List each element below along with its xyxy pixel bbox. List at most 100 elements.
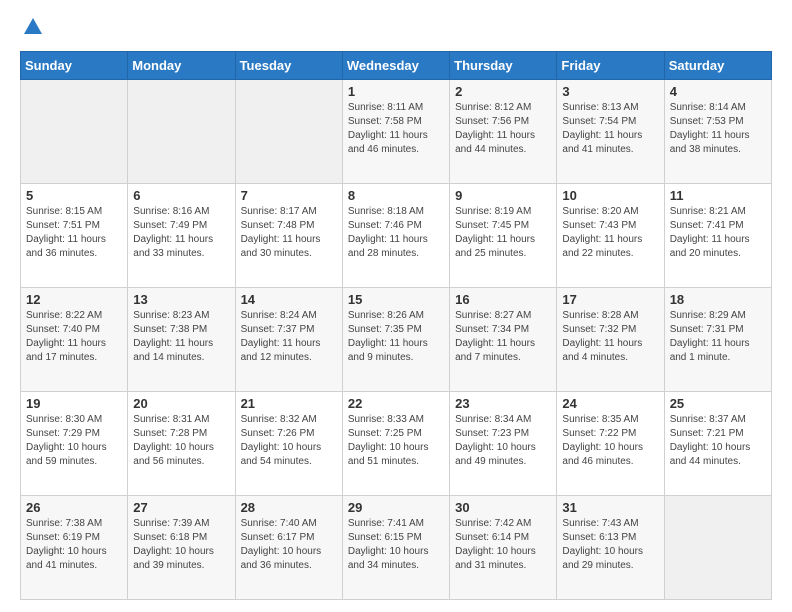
calendar-cell: 4 Sunrise: 8:14 AM Sunset: 7:53 PM Daylig… [664,80,771,184]
day-number: 13 [133,292,229,307]
calendar-cell: 16 Sunrise: 8:27 AM Sunset: 7:34 PM Dayli… [450,288,557,392]
day-info: Sunrise: 8:17 AM Sunset: 7:48 PM Dayligh… [241,205,337,261]
day-header-thursday: Thursday [450,52,557,80]
calendar-cell: 25 Sunrise: 8:37 AM Sunset: 7:21 PM Dayli… [664,392,771,496]
calendar-table: SundayMondayTuesdayWednesdayThursdayFrid… [20,51,772,600]
calendar-cell: 22 Sunrise: 8:33 AM Sunset: 7:25 PM Dayli… [342,392,449,496]
day-info: Sunrise: 7:43 AM Sunset: 6:13 PM Dayligh… [562,517,658,573]
calendar-cell: 26 Sunrise: 7:38 AM Sunset: 6:19 PM Dayli… [21,496,128,600]
day-number: 26 [26,500,122,515]
day-info: Sunrise: 8:32 AM Sunset: 7:26 PM Dayligh… [241,413,337,469]
calendar-cell: 20 Sunrise: 8:31 AM Sunset: 7:28 PM Dayli… [128,392,235,496]
day-number: 22 [348,396,444,411]
day-info: Sunrise: 7:41 AM Sunset: 6:15 PM Dayligh… [348,517,444,573]
day-number: 10 [562,188,658,203]
day-info: Sunrise: 8:37 AM Sunset: 7:21 PM Dayligh… [670,413,766,469]
day-info: Sunrise: 8:20 AM Sunset: 7:43 PM Dayligh… [562,205,658,261]
calendar-cell: 12 Sunrise: 8:22 AM Sunset: 7:40 PM Dayli… [21,288,128,392]
calendar-cell: 18 Sunrise: 8:29 AM Sunset: 7:31 PM Dayli… [664,288,771,392]
day-number: 24 [562,396,658,411]
day-info: Sunrise: 8:31 AM Sunset: 7:28 PM Dayligh… [133,413,229,469]
day-number: 17 [562,292,658,307]
day-header-tuesday: Tuesday [235,52,342,80]
calendar-week-3: 12 Sunrise: 8:22 AM Sunset: 7:40 PM Dayli… [21,288,772,392]
day-info: Sunrise: 8:22 AM Sunset: 7:40 PM Dayligh… [26,309,122,365]
calendar-cell: 17 Sunrise: 8:28 AM Sunset: 7:32 PM Dayli… [557,288,664,392]
day-number: 2 [455,84,551,99]
day-number: 12 [26,292,122,307]
calendar-cell: 21 Sunrise: 8:32 AM Sunset: 7:26 PM Dayli… [235,392,342,496]
calendar-cell: 23 Sunrise: 8:34 AM Sunset: 7:23 PM Dayli… [450,392,557,496]
day-number: 3 [562,84,658,99]
day-number: 4 [670,84,766,99]
calendar-cell: 2 Sunrise: 8:12 AM Sunset: 7:56 PM Daylig… [450,80,557,184]
day-number: 16 [455,292,551,307]
day-info: Sunrise: 8:28 AM Sunset: 7:32 PM Dayligh… [562,309,658,365]
day-info: Sunrise: 8:14 AM Sunset: 7:53 PM Dayligh… [670,101,766,157]
day-info: Sunrise: 8:11 AM Sunset: 7:58 PM Dayligh… [348,101,444,157]
day-number: 14 [241,292,337,307]
day-info: Sunrise: 7:40 AM Sunset: 6:17 PM Dayligh… [241,517,337,573]
day-info: Sunrise: 8:27 AM Sunset: 7:34 PM Dayligh… [455,309,551,365]
day-info: Sunrise: 8:19 AM Sunset: 7:45 PM Dayligh… [455,205,551,261]
day-info: Sunrise: 8:23 AM Sunset: 7:38 PM Dayligh… [133,309,229,365]
calendar-cell: 10 Sunrise: 8:20 AM Sunset: 7:43 PM Dayli… [557,184,664,288]
calendar-week-2: 5 Sunrise: 8:15 AM Sunset: 7:51 PM Daylig… [21,184,772,288]
day-info: Sunrise: 8:21 AM Sunset: 7:41 PM Dayligh… [670,205,766,261]
day-info: Sunrise: 8:34 AM Sunset: 7:23 PM Dayligh… [455,413,551,469]
day-info: Sunrise: 7:38 AM Sunset: 6:19 PM Dayligh… [26,517,122,573]
day-number: 19 [26,396,122,411]
day-header-sunday: Sunday [21,52,128,80]
calendar-cell [235,80,342,184]
day-number: 20 [133,396,229,411]
day-info: Sunrise: 8:15 AM Sunset: 7:51 PM Dayligh… [26,205,122,261]
calendar-week-1: 1Sunrise: 8:11 AM Sunset: 7:58 PM Daylig… [21,80,772,184]
day-info: Sunrise: 8:33 AM Sunset: 7:25 PM Dayligh… [348,413,444,469]
day-info: Sunrise: 8:16 AM Sunset: 7:49 PM Dayligh… [133,205,229,261]
day-number: 5 [26,188,122,203]
day-info: Sunrise: 8:24 AM Sunset: 7:37 PM Dayligh… [241,309,337,365]
day-number: 11 [670,188,766,203]
calendar-week-5: 26 Sunrise: 7:38 AM Sunset: 6:19 PM Dayli… [21,496,772,600]
calendar-header-row: SundayMondayTuesdayWednesdayThursdayFrid… [21,52,772,80]
day-info: Sunrise: 7:42 AM Sunset: 6:14 PM Dayligh… [455,517,551,573]
day-number: 15 [348,292,444,307]
calendar-cell: 11 Sunrise: 8:21 AM Sunset: 7:41 PM Dayli… [664,184,771,288]
calendar-cell: 29 Sunrise: 7:41 AM Sunset: 6:15 PM Dayli… [342,496,449,600]
day-info: Sunrise: 8:13 AM Sunset: 7:54 PM Dayligh… [562,101,658,157]
calendar-cell: 7 Sunrise: 8:17 AM Sunset: 7:48 PM Daylig… [235,184,342,288]
day-number: 23 [455,396,551,411]
day-header-friday: Friday [557,52,664,80]
day-number: 21 [241,396,337,411]
calendar-cell: 24 Sunrise: 8:35 AM Sunset: 7:22 PM Dayli… [557,392,664,496]
day-number: 28 [241,500,337,515]
calendar-cell: 1Sunrise: 8:11 AM Sunset: 7:58 PM Daylig… [342,80,449,184]
calendar-cell: 27Sunrise: 7:39 AM Sunset: 6:18 PM Dayli… [128,496,235,600]
day-number: 18 [670,292,766,307]
day-info: Sunrise: 8:26 AM Sunset: 7:35 PM Dayligh… [348,309,444,365]
day-info: Sunrise: 8:12 AM Sunset: 7:56 PM Dayligh… [455,101,551,157]
day-number: 9 [455,188,551,203]
day-number: 6 [133,188,229,203]
day-header-monday: Monday [128,52,235,80]
header [20,16,772,43]
page: SundayMondayTuesdayWednesdayThursdayFrid… [0,0,792,612]
calendar-cell: 30Sunrise: 7:42 AM Sunset: 6:14 PM Dayli… [450,496,557,600]
day-header-saturday: Saturday [664,52,771,80]
day-number: 7 [241,188,337,203]
calendar-cell: 14 Sunrise: 8:24 AM Sunset: 7:37 PM Dayli… [235,288,342,392]
day-info: Sunrise: 8:35 AM Sunset: 7:22 PM Dayligh… [562,413,658,469]
calendar-cell: 3 Sunrise: 8:13 AM Sunset: 7:54 PM Daylig… [557,80,664,184]
day-number: 25 [670,396,766,411]
day-number: 29 [348,500,444,515]
calendar-week-4: 19Sunrise: 8:30 AM Sunset: 7:29 PM Dayli… [21,392,772,496]
day-number: 8 [348,188,444,203]
calendar-cell: 13 Sunrise: 8:23 AM Sunset: 7:38 PM Dayli… [128,288,235,392]
day-number: 31 [562,500,658,515]
calendar-cell [21,80,128,184]
day-info: Sunrise: 8:29 AM Sunset: 7:31 PM Dayligh… [670,309,766,365]
calendar-cell [664,496,771,600]
calendar-cell: 15 Sunrise: 8:26 AM Sunset: 7:35 PM Dayli… [342,288,449,392]
calendar-cell: 9 Sunrise: 8:19 AM Sunset: 7:45 PM Daylig… [450,184,557,288]
calendar-cell: 19Sunrise: 8:30 AM Sunset: 7:29 PM Dayli… [21,392,128,496]
